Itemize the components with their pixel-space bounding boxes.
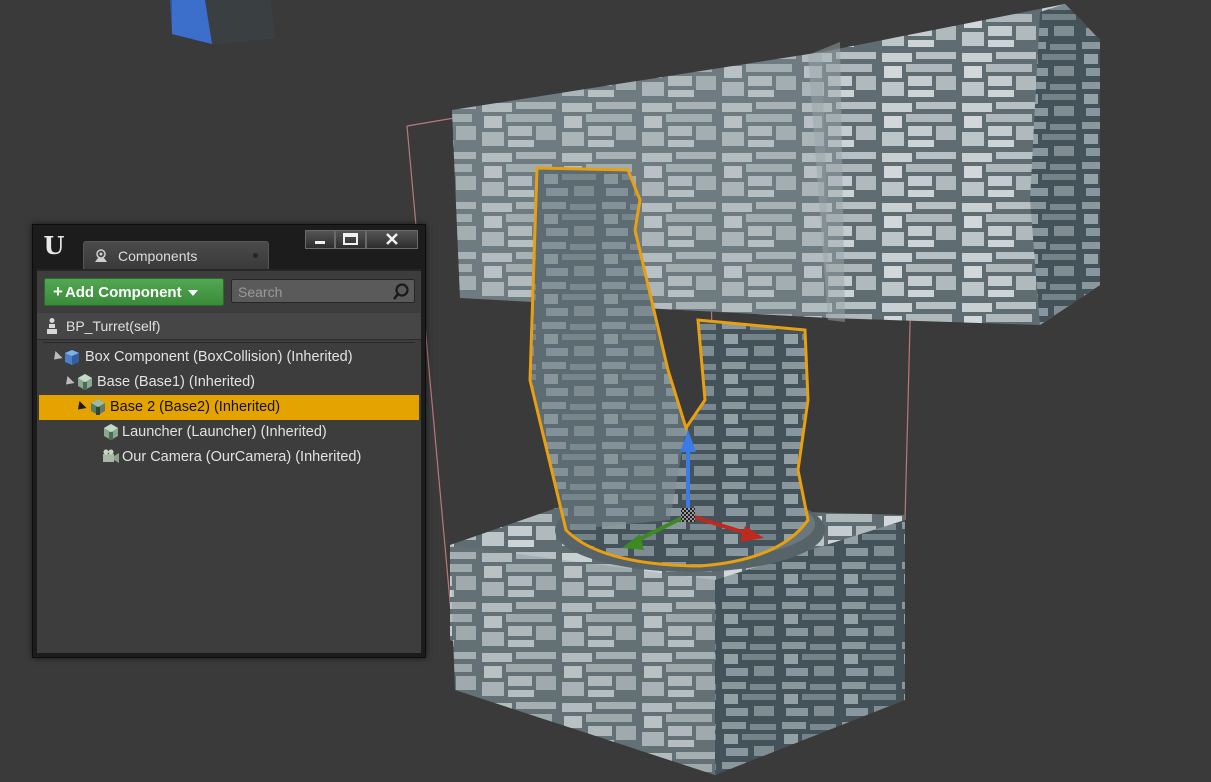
search-box[interactable] xyxy=(231,279,415,304)
dropdown-caret-icon xyxy=(187,290,198,297)
components-icon xyxy=(92,247,110,265)
search-icon[interactable] xyxy=(391,282,411,302)
expand-arrow-icon[interactable] xyxy=(62,375,75,389)
components-toolbar: + Add Component xyxy=(37,271,421,309)
components-window: U Components + Add Component Search BP_T… xyxy=(32,224,426,658)
tree-item-base-2[interactable]: Base 2 (Base2) (Inherited) xyxy=(39,395,419,420)
tree-item-base[interactable]: Base (Base1) (Inherited) xyxy=(39,370,419,395)
add-component-button[interactable]: + Add Component xyxy=(44,278,224,306)
tree-item-box-component[interactable]: Box Component (BoxCollision) (Inherited) xyxy=(39,345,419,370)
component-tree: Box Component (BoxCollision) (Inherited)… xyxy=(39,345,419,470)
tree-item-label: Base (Base1) (Inherited) xyxy=(97,374,255,390)
tree-item-launcher[interactable]: Launcher (Launcher) (Inherited) xyxy=(39,420,419,445)
actor-icon xyxy=(45,317,59,335)
camera-icon xyxy=(102,448,120,466)
camera-mesh[interactable] xyxy=(170,0,275,44)
self-item[interactable]: BP_Turret(self) xyxy=(37,313,421,340)
minimize-button[interactable] xyxy=(305,230,335,249)
tree-item-label: Launcher (Launcher) (Inherited) xyxy=(122,424,327,440)
maximize-button[interactable] xyxy=(335,230,366,249)
box-collision-icon xyxy=(63,348,81,366)
self-item-label: BP_Turret(self) xyxy=(66,318,161,334)
tree-item-our-camera[interactable]: Our Camera (OurCamera) (Inherited) xyxy=(39,445,419,470)
maximize-icon xyxy=(343,233,358,245)
expand-arrow-icon[interactable] xyxy=(50,350,63,364)
search-input[interactable] xyxy=(232,280,390,304)
tab-options-dot[interactable] xyxy=(253,253,258,258)
static-mesh-icon xyxy=(76,373,94,391)
tab-components[interactable]: Components xyxy=(83,241,269,269)
tree-item-label: Base 2 (Base2) (Inherited) xyxy=(110,399,281,415)
static-mesh-icon xyxy=(89,398,107,416)
tree-item-label: Our Camera (OurCamera) (Inherited) xyxy=(122,449,362,465)
minimize-icon xyxy=(315,241,325,244)
close-button[interactable] xyxy=(366,230,418,249)
add-component-label: Add Component xyxy=(64,284,182,301)
close-icon xyxy=(386,233,398,245)
expand-arrow-icon[interactable] xyxy=(74,400,87,414)
unreal-logo: U xyxy=(43,231,65,260)
tab-title: Components xyxy=(118,248,198,264)
components-panel: +Add Component BP_Turr xyxy=(37,269,421,653)
tree-item-label: Box Component (BoxCollision) (Inherited) xyxy=(85,349,353,365)
divider xyxy=(43,342,415,343)
plus-icon: + xyxy=(53,282,63,301)
static-mesh-icon xyxy=(102,423,120,441)
